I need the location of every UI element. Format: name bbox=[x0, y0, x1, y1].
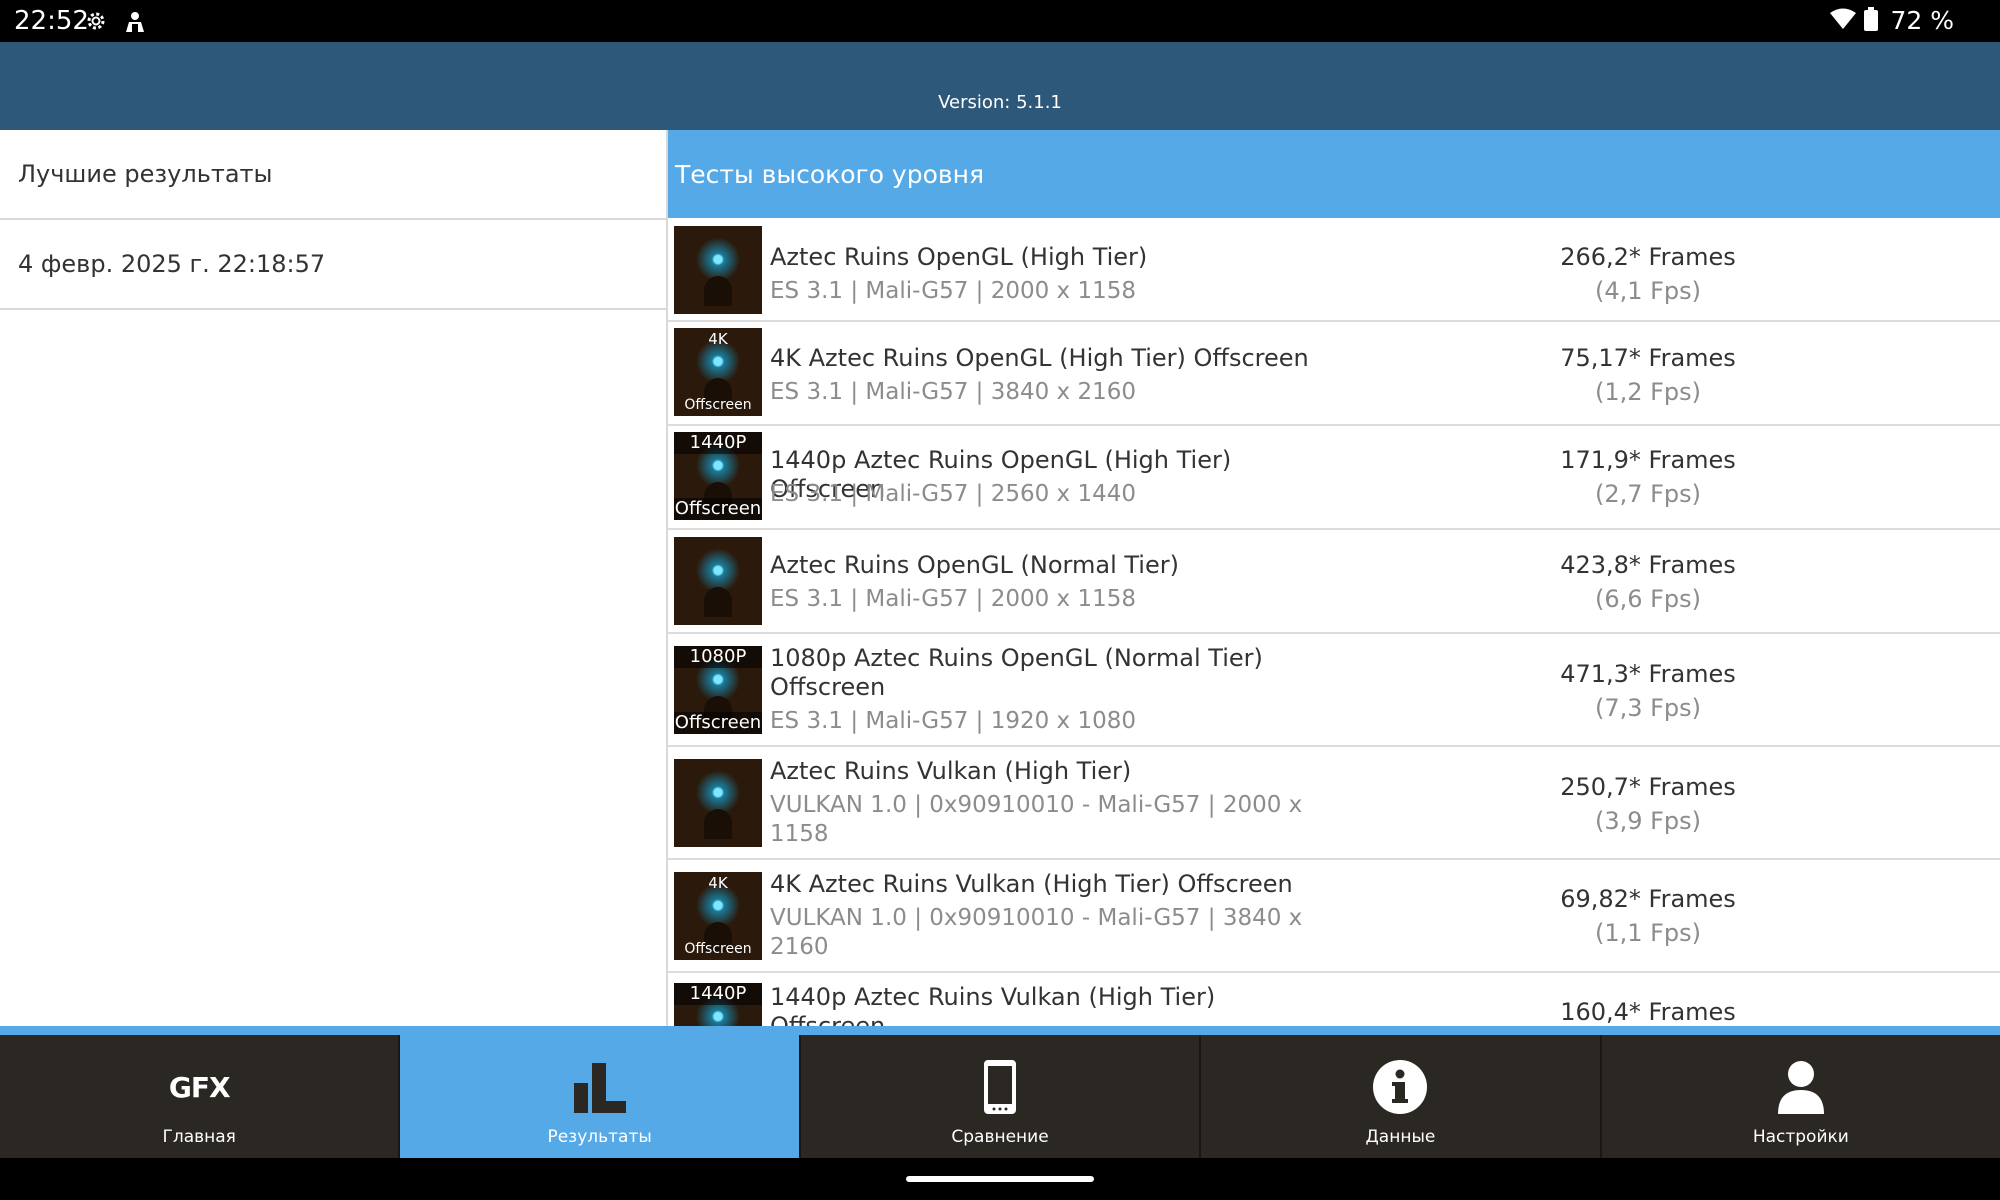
nav-top-line bbox=[0, 1026, 2000, 1035]
result-row[interactable]: Aztec Ruins Vulkan (High Tier) VULKAN 1.… bbox=[668, 747, 2000, 860]
test-subtitle: ES 3.1 | Mali-G57 | 3840 x 2160 bbox=[770, 379, 1137, 405]
nav-label: Настройки bbox=[1752, 1127, 1849, 1147]
test-title: 4K Aztec Ruins Vulkan (High Tier) Offscr… bbox=[770, 870, 1293, 898]
best-results-title: Лучшие результаты bbox=[0, 130, 666, 220]
user-icon bbox=[123, 9, 147, 37]
test-fps: (4,1 Fps) bbox=[1594, 277, 1702, 305]
nav-label: Результаты bbox=[547, 1127, 652, 1147]
test-subtitle: VULKAN 1.0 | 0x90910010 - Mali-G57 | 200… bbox=[770, 792, 1303, 847]
result-row[interactable]: 1080P Offscreen 1080p Aztec Ruins OpenGL… bbox=[668, 634, 2000, 747]
test-subtitle: ES 3.1 | Mali-G57 | 2000 x 1158 bbox=[770, 586, 1137, 612]
status-time: 22:52 bbox=[14, 6, 89, 36]
test-thumbnail: 1080P Offscreen bbox=[674, 646, 762, 734]
test-fps: (7,3 Fps) bbox=[1594, 694, 1702, 722]
test-score: 266,2* Frames bbox=[1560, 243, 1736, 271]
phone-icon bbox=[801, 1059, 1199, 1115]
gesture-bar bbox=[0, 1158, 2000, 1200]
test-thumbnail bbox=[674, 226, 762, 314]
test-fps: (1,1 Fps) bbox=[1594, 919, 1702, 947]
test-thumbnail: 1440P bbox=[674, 983, 762, 1026]
status-right: 72 % bbox=[1830, 5, 1954, 37]
test-title: 1440p Aztec Ruins Vulkan (High Tier) Off… bbox=[770, 983, 1216, 1026]
nav-label: Главная bbox=[162, 1127, 236, 1147]
result-row[interactable]: 4K Offscreen 4K Aztec Ruins OpenGL (High… bbox=[668, 322, 2000, 426]
test-thumbnail: 4K Offscreen bbox=[674, 872, 762, 960]
test-subtitle: ES 3.1 | Mali-G57 | 2560 x 1440 bbox=[770, 481, 1137, 507]
nav-home[interactable]: GFX Главная bbox=[0, 1035, 401, 1158]
test-title: Aztec Ruins OpenGL (High Tier) bbox=[770, 243, 1148, 271]
nav-results[interactable]: Результаты bbox=[400, 1035, 801, 1158]
session-item[interactable]: 4 февр. 2025 г. 22:18:57 bbox=[0, 220, 666, 310]
result-row[interactable]: 1440P Offscreen 1440p Aztec Ruins OpenGL… bbox=[668, 426, 2000, 530]
nav-settings[interactable]: Настройки bbox=[1602, 1035, 2000, 1158]
result-row[interactable]: 4K Offscreen 4K Aztec Ruins Vulkan (High… bbox=[668, 860, 2000, 973]
test-fps: (3,9 Fps) bbox=[1594, 807, 1702, 835]
test-subtitle: ES 3.1 | Mali-G57 | 2000 x 1158 bbox=[770, 278, 1137, 304]
test-fps: (2,7 Fps) bbox=[1594, 480, 1702, 508]
test-score: 160,4* Frames bbox=[1560, 998, 1736, 1026]
test-thumbnail bbox=[674, 537, 762, 625]
bar-chart-icon bbox=[400, 1059, 798, 1115]
gear-icon bbox=[84, 9, 108, 37]
nav-compare[interactable]: Сравнение bbox=[801, 1035, 1202, 1158]
left-pane: Лучшие результаты 4 февр. 2025 г. 22:18:… bbox=[0, 130, 668, 1026]
status-bar: 22:52 72 % bbox=[0, 0, 2000, 42]
test-title: 4K Aztec Ruins OpenGL (High Tier) Offscr… bbox=[770, 344, 1309, 372]
info-icon bbox=[1201, 1059, 1599, 1115]
battery-icon bbox=[1864, 7, 1879, 35]
test-fps: (1,2 Fps) bbox=[1594, 378, 1702, 406]
bottom-nav: GFX Главная Результаты Сравнение Данные … bbox=[0, 1035, 2000, 1158]
test-thumbnail: 1440P Offscreen bbox=[674, 432, 762, 520]
test-score: 250,7* Frames bbox=[1560, 773, 1736, 801]
test-subtitle: VULKAN 1.0 | 0x90910010 - Mali-G57 | 384… bbox=[770, 905, 1303, 960]
nav-label: Данные bbox=[1365, 1127, 1436, 1147]
app-version: Version: 5.1.1 bbox=[938, 92, 1062, 113]
test-score: 471,3* Frames bbox=[1560, 660, 1736, 688]
test-title: Aztec Ruins Vulkan (High Tier) bbox=[770, 757, 1132, 785]
test-thumbnail: 4K Offscreen bbox=[674, 328, 762, 416]
test-thumbnail bbox=[674, 759, 762, 847]
results-pane[interactable]: Тесты высокого уровня Aztec Ruins OpenGL… bbox=[668, 130, 2000, 1026]
test-title: Aztec Ruins OpenGL (Normal Tier) bbox=[770, 551, 1179, 579]
result-row[interactable]: 1440P 1440p Aztec Ruins Vulkan (High Tie… bbox=[668, 973, 2000, 1026]
test-score: 75,17* Frames bbox=[1560, 344, 1736, 372]
gfx-logo-icon: GFX bbox=[0, 1059, 398, 1115]
test-subtitle: ES 3.1 | Mali-G57 | 1920 x 1080 bbox=[770, 708, 1137, 734]
nav-info[interactable]: Данные bbox=[1201, 1035, 1602, 1158]
test-fps: (6,6 Fps) bbox=[1594, 585, 1702, 613]
result-row[interactable]: Aztec Ruins OpenGL (Normal Tier) ES 3.1 … bbox=[668, 530, 2000, 634]
test-score: 171,9* Frames bbox=[1560, 446, 1736, 474]
gesture-handle[interactable] bbox=[906, 1176, 1094, 1182]
app-header: Version: 5.1.1 bbox=[0, 42, 2000, 130]
gfx-logo-text: GFX bbox=[168, 1070, 231, 1104]
person-icon bbox=[1602, 1059, 2000, 1115]
test-score: 69,82* Frames bbox=[1560, 885, 1736, 913]
battery-percent: 72 % bbox=[1890, 6, 1954, 35]
result-row[interactable]: Aztec Ruins OpenGL (High Tier) ES 3.1 | … bbox=[668, 218, 2000, 322]
test-score: 423,8* Frames bbox=[1560, 551, 1736, 579]
wifi-icon bbox=[1830, 8, 1857, 34]
test-title: 1080p Aztec Ruins OpenGL (Normal Tier) O… bbox=[770, 644, 1263, 701]
nav-label: Сравнение bbox=[951, 1127, 1049, 1147]
section-header: Тесты высокого уровня bbox=[668, 130, 2000, 218]
